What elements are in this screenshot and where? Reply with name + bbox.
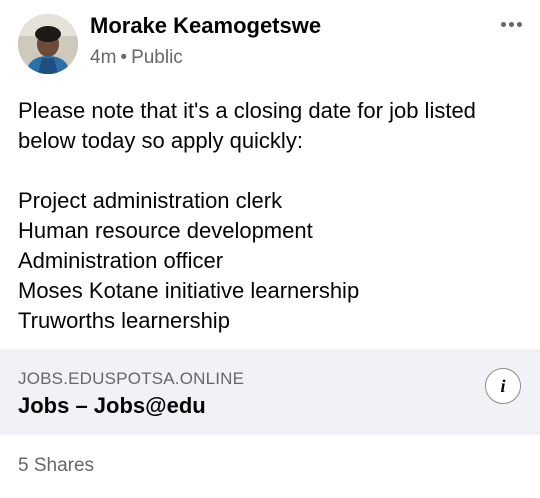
link-title: Jobs – Jobs@edu: [18, 393, 206, 418]
privacy-label: Public: [131, 47, 183, 68]
job-item: Truworths learnership: [18, 308, 230, 333]
post-card: Morake Keamogetswe 4m • Public Please note…: [0, 0, 540, 498]
link-domain: JOBS.EDUSPOTSA.ONLINE: [18, 369, 245, 388]
post-header: Morake Keamogetswe 4m • Public: [0, 0, 540, 84]
author-name[interactable]: Morake Keamogetswe: [90, 13, 321, 39]
more-options-button[interactable]: [496, 12, 526, 36]
post-intro: Please note that it's a closing date for…: [18, 98, 476, 153]
more-horizontal-icon: [516, 21, 522, 27]
job-item: Administration officer: [18, 248, 224, 273]
link-preview[interactable]: JOBS.EDUSPOTSA.ONLINE Jobs – Jobs@edu i: [0, 349, 540, 435]
post-body: Please note that it's a closing date for…: [18, 96, 524, 336]
post-meta: 4m • Public: [90, 47, 183, 69]
meta-separator: •: [120, 47, 128, 68]
job-item: Human resource development: [18, 218, 313, 243]
job-item: Moses Kotane initiative learnership: [18, 278, 360, 303]
info-icon[interactable]: i: [485, 368, 521, 404]
job-item: Project administration clerk: [18, 188, 283, 213]
avatar-photo: [18, 14, 78, 74]
shares-count[interactable]: 5 Shares: [18, 455, 94, 477]
post-time[interactable]: 4m: [90, 47, 116, 68]
more-horizontal-icon: [500, 21, 506, 27]
more-horizontal-icon: [508, 21, 514, 27]
avatar[interactable]: [18, 14, 78, 74]
